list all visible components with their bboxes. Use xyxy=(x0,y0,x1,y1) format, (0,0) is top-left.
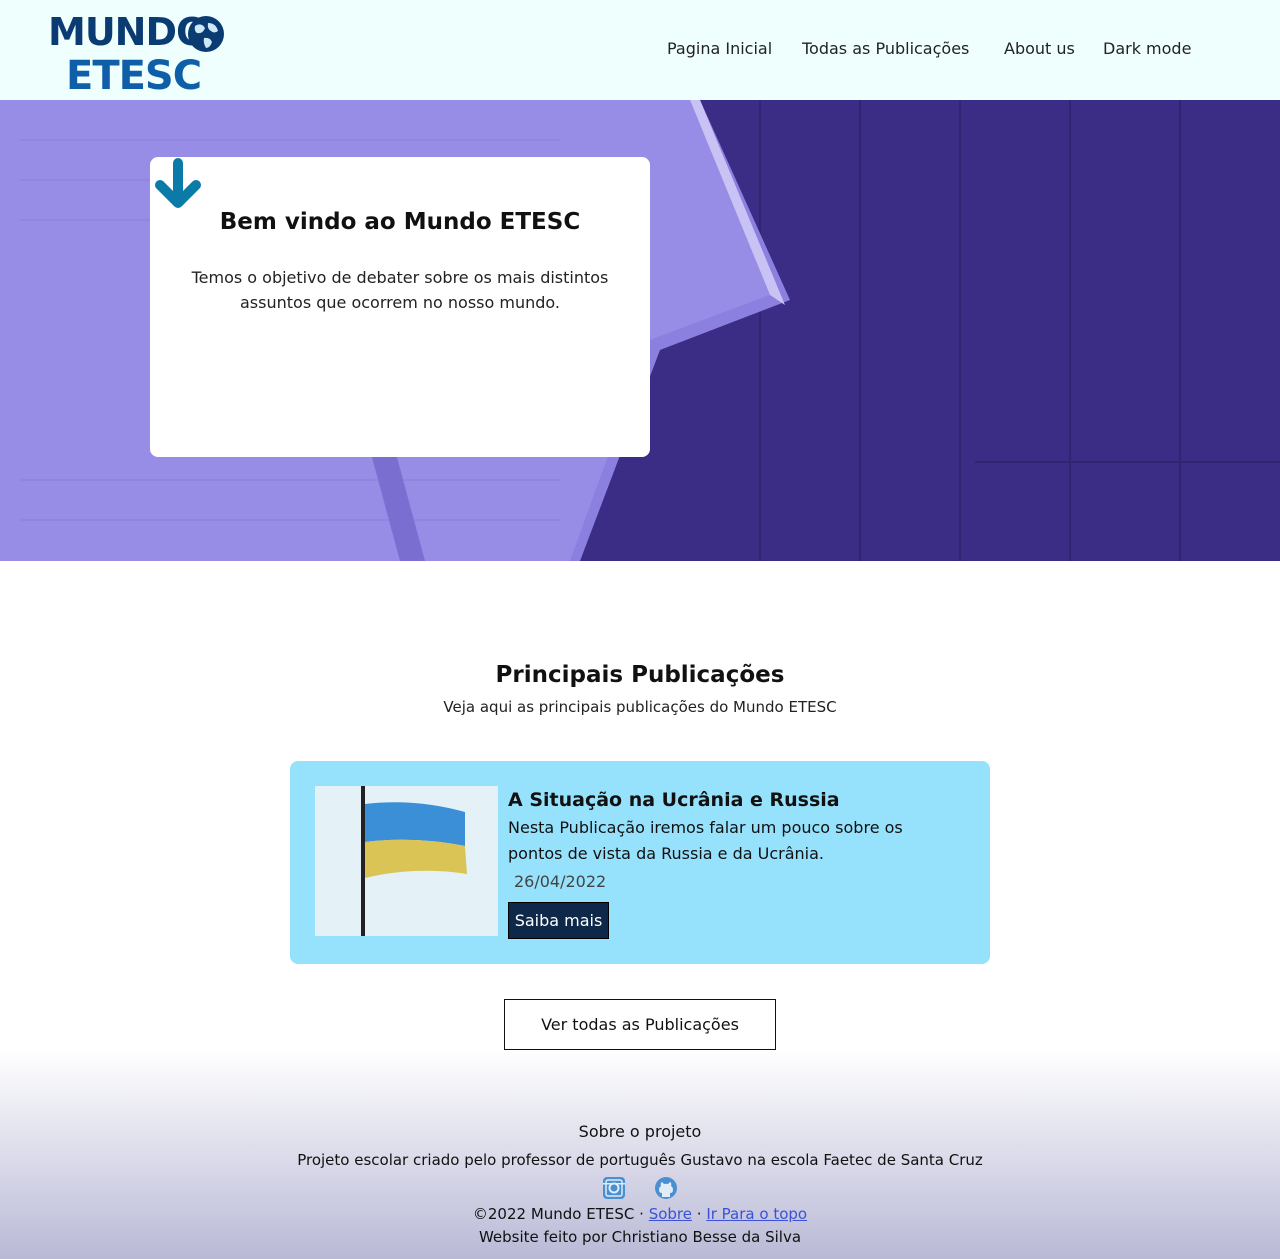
site-header: MUNDO ETESC Pagina Inicial Todas as Publ… xyxy=(0,0,1280,100)
post-date: 26/04/2022 xyxy=(514,872,607,891)
post-thumbnail[interactable] xyxy=(315,786,498,936)
post-description: Nesta Publicação iremos falar um pouco s… xyxy=(508,818,903,863)
post-card: A Situação na Ucrânia e Russia Nesta Pub… xyxy=(290,761,990,964)
footer-credit: Website feito por Christiano Besse da Si… xyxy=(478,1228,802,1246)
ir-para-o-topo-link[interactable]: Ir Para o topo xyxy=(706,1205,807,1223)
ver-todas-publicacoes-button[interactable]: Ver todas as Publicações xyxy=(504,999,776,1050)
nav-label: Dark mode xyxy=(1103,39,1192,58)
welcome-title: Bem vindo ao Mundo ETESC xyxy=(219,209,581,235)
globe-icon xyxy=(188,16,224,52)
logo-text-etesc: ETESC xyxy=(66,53,202,99)
nav-label: About us xyxy=(1004,39,1075,58)
copyright-text: ©2022 Mundo ETESC · xyxy=(472,1205,644,1223)
ukraine-flag-image xyxy=(315,786,498,936)
sobre-link[interactable]: Sobre xyxy=(649,1205,692,1223)
welcome-text: Temos o objetivo de debater sobre os mai… xyxy=(191,268,609,312)
saiba-mais-button[interactable]: Saiba mais xyxy=(508,902,609,939)
arrow-down-icon[interactable] xyxy=(150,157,206,213)
logo-text-mundo: MUNDO xyxy=(48,10,208,54)
site-footer: Sobre o projeto Projeto escolar criado p… xyxy=(0,1050,1280,1259)
section-title: Principais Publicações xyxy=(495,662,785,688)
nav-link-todas-publicacoes[interactable]: Todas as Publicações xyxy=(802,36,969,62)
logo[interactable]: MUNDO ETESC xyxy=(48,10,230,98)
separator: · xyxy=(696,1205,702,1223)
nav-label: Todas as Publicações xyxy=(802,39,970,58)
instagram-icon[interactable] xyxy=(601,1175,627,1201)
footer-about-text: Projeto escolar criado pelo professor de… xyxy=(297,1151,983,1169)
github-icon[interactable] xyxy=(653,1175,679,1201)
hero-banner: Bem vindo ao Mundo ETESC Temos o objetiv… xyxy=(0,100,1280,561)
post-title[interactable]: A Situação na Ucrânia e Russia xyxy=(508,789,840,811)
nav-link-about-us[interactable]: About us xyxy=(1004,36,1075,62)
nav-label: Pagina Inicial xyxy=(667,39,773,58)
nav-link-dark-mode[interactable]: Dark mode xyxy=(1103,36,1191,62)
section-subtitle: Veja aqui as principais publicações do M… xyxy=(443,698,837,716)
welcome-card: Bem vindo ao Mundo ETESC Temos o objetiv… xyxy=(150,157,650,457)
nav-link-pagina-inicial[interactable]: Pagina Inicial xyxy=(667,36,772,62)
footer-about-title: Sobre o projeto xyxy=(578,1122,702,1141)
footer-links-line: ©2022 Mundo ETESC · Sobre · Ir Para o to… xyxy=(0,1205,1280,1223)
